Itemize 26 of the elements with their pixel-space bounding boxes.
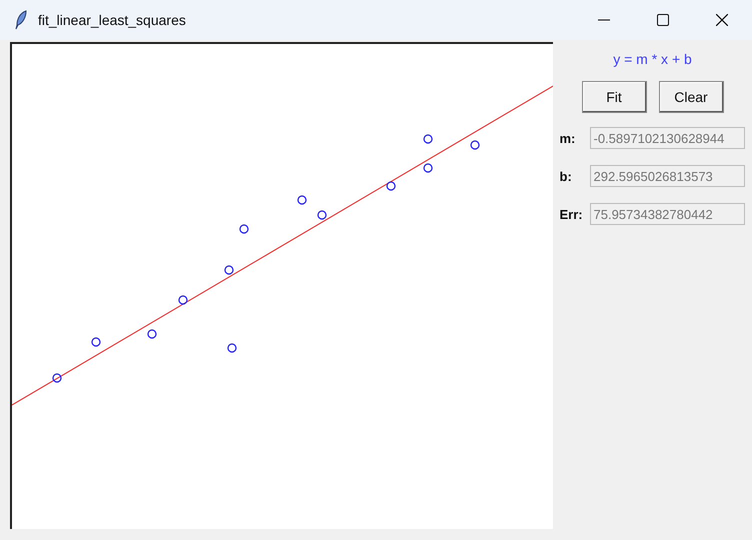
value-field[interactable]: -0.5897102130628944 (590, 127, 744, 149)
data-point (317, 210, 327, 220)
value-field[interactable]: 75.95734382780442 (590, 203, 744, 225)
data-point (91, 337, 101, 347)
data-point (423, 163, 433, 173)
field-label: b: (560, 168, 573, 184)
data-point (227, 343, 237, 353)
clear-button[interactable]: Clear (658, 81, 724, 113)
data-point (52, 373, 62, 383)
data-point (297, 195, 307, 205)
feather-icon (14, 10, 28, 30)
data-point (239, 224, 249, 234)
close-icon[interactable] (716, 14, 728, 26)
fit-button[interactable]: Fit (582, 81, 646, 113)
data-point (470, 140, 480, 150)
data-point (386, 181, 396, 191)
field-label: m: (560, 130, 576, 146)
window-title: fit_linear_least_squares (38, 12, 186, 28)
data-point (147, 329, 157, 339)
maximize-icon[interactable] (657, 14, 669, 26)
data-point (178, 295, 188, 305)
formula-label: y = m * x + b (613, 51, 692, 67)
field-label: Err: (560, 206, 584, 222)
value-field[interactable]: 292.5965026813573 (590, 165, 744, 187)
data-point (224, 265, 234, 275)
data-point (423, 134, 433, 144)
